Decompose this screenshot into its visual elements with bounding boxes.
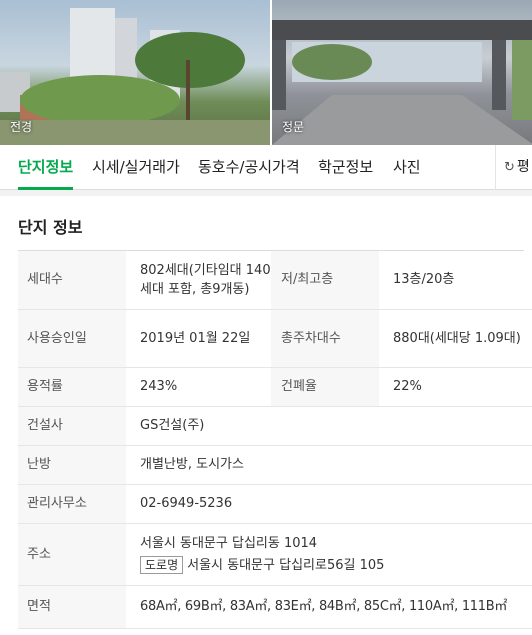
photo-main-gate-label: 정문 <box>282 120 305 134</box>
office-phone[interactable]: 02-6949-5236 <box>126 484 532 524</box>
tab-pyeong-toggle[interactable]: ↻ 평 <box>495 145 532 190</box>
table-row: 주소 서울시 동대문구 답십리동 1014 도로명 서울시 동대문구 답십리로56… <box>18 523 532 586</box>
section-title: 단지 정보 <box>18 218 83 237</box>
table-row: 면적 68A㎡, 69B㎡, 83A㎡, 83E㎡, 84B㎡, 85C㎡, 1… <box>18 585 532 629</box>
builder-label: 건설사 <box>18 406 126 446</box>
photo-exterior[interactable]: 전경 <box>0 0 270 145</box>
tab-school[interactable]: 학군정보 <box>318 145 373 190</box>
far-value: 243% <box>126 367 271 407</box>
road-address: 서울시 동대문구 답십리로56길 105 <box>187 557 385 573</box>
photo-main-gate[interactable]: 정문 <box>270 0 532 145</box>
bcr-value: 22% <box>379 367 532 407</box>
tab-pyeong-label: 평 <box>516 159 530 175</box>
households-label: 세대수 <box>18 251 126 310</box>
photo-strip: 전경 정문 <box>0 0 532 145</box>
section-divider <box>0 190 532 196</box>
bcr-label: 건폐율 <box>271 367 379 407</box>
tab-unit-official-price[interactable]: 동호수/공시가격 <box>198 145 300 190</box>
table-row: 용적률 243% 건폐율 22% <box>18 367 532 407</box>
parking-label: 총주차대수 <box>271 309 379 368</box>
table-row: 난방 개별난방, 도시가스 <box>18 445 532 485</box>
main-gate-illustration <box>272 20 532 145</box>
tab-photos[interactable]: 사진 <box>393 145 421 190</box>
area-value: 68A㎡, 69B㎡, 83A㎡, 83E㎡, 84B㎡, 85C㎡, 110A… <box>126 585 532 629</box>
address-cell: 서울시 동대문구 답십리동 1014 도로명 서울시 동대문구 답십리로56길 1… <box>126 523 532 586</box>
heating-value: 개별난방, 도시가스 <box>126 445 532 485</box>
exterior-illustration <box>0 8 270 145</box>
households-value: 802세대(기타임대 140세대 포함, 총9개동) <box>126 251 271 310</box>
table-row: 관리사무소 02-6949-5236 <box>18 484 532 524</box>
office-label: 관리사무소 <box>18 484 126 524</box>
approval-value: 2019년 01월 22일 <box>126 309 271 368</box>
refresh-icon: ↻ <box>504 160 515 175</box>
floors-value: 13층/20층 <box>379 251 532 310</box>
detail-tabs: 단지정보 시세/실거래가 동호수/공시가격 학군정보 사진 ↻ 평 <box>0 145 532 190</box>
tab-price[interactable]: 시세/실거래가 <box>92 145 180 190</box>
floors-label: 저/최고층 <box>271 251 379 310</box>
table-row: 사용승인일 2019년 01월 22일 총주차대수 880대(세대당 1.09대… <box>18 309 532 368</box>
heating-label: 난방 <box>18 445 126 485</box>
approval-label: 사용승인일 <box>18 309 126 368</box>
road-address-badge: 도로명 <box>140 555 184 574</box>
table-row: 건설사 GS건설(주) <box>18 406 532 446</box>
lot-address: 서울시 동대문구 답십리동 1014 <box>140 535 318 551</box>
tab-complex-info[interactable]: 단지정보 <box>18 145 74 190</box>
table-row: 세대수 802세대(기타임대 140세대 포함, 총9개동) 저/최고층 13층… <box>18 251 532 310</box>
complex-info-table: 세대수 802세대(기타임대 140세대 포함, 총9개동) 저/최고층 13층… <box>18 251 532 629</box>
builder-value: GS건설(주) <box>126 406 532 446</box>
road-address-line: 도로명 서울시 동대문구 답십리로56길 105 <box>140 555 532 575</box>
parking-value: 880대(세대당 1.09대) <box>379 309 532 368</box>
address-label: 주소 <box>18 523 126 586</box>
photo-exterior-label: 전경 <box>10 120 33 134</box>
far-label: 용적률 <box>18 367 126 407</box>
area-label: 면적 <box>18 585 126 629</box>
